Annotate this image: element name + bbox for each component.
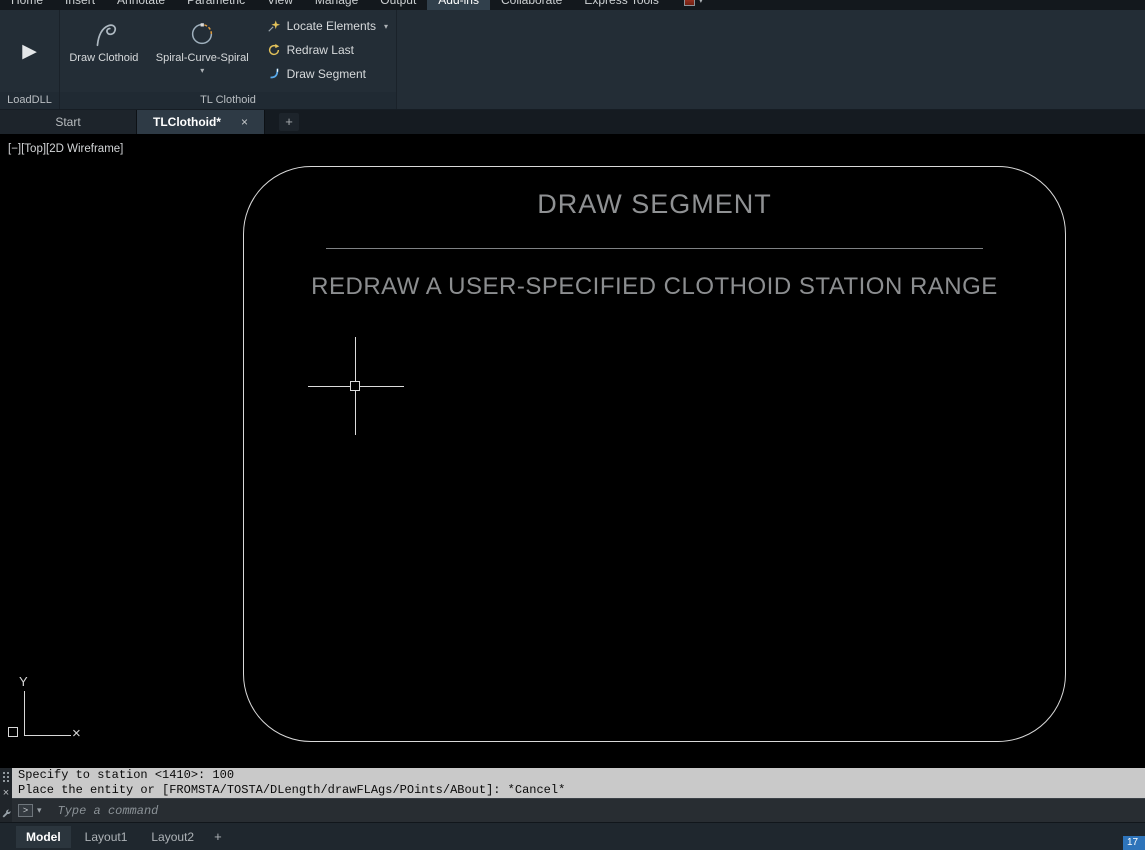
tl-clothoid-small-buttons: Locate Elements ▾ Redraw Last Draw Segme… bbox=[257, 10, 396, 92]
ribbon-tab-bar: Home Insert Annotate Parametric View Man… bbox=[0, 0, 1145, 10]
ucs-y-label: Y bbox=[19, 674, 28, 689]
ribbon-tab-add-ins[interactable]: Add-ins bbox=[427, 0, 490, 10]
command-input-row: > ▾ bbox=[12, 798, 1145, 822]
file-tab-tlclothoid[interactable]: TLClothoid* × bbox=[137, 110, 265, 134]
command-prompt-icon: > bbox=[18, 804, 33, 817]
ribbon-tab-view[interactable]: View bbox=[256, 0, 304, 10]
command-history-line: Specify to station <1410>: 100 bbox=[18, 768, 235, 782]
command-customize-button[interactable] bbox=[1, 808, 12, 819]
overlay-divider bbox=[326, 248, 983, 249]
ribbon-tab-home[interactable]: Home bbox=[0, 0, 54, 10]
new-layout-button[interactable]: + bbox=[208, 825, 228, 848]
ucs-x-axis-line bbox=[24, 735, 71, 736]
ucs-origin-box bbox=[8, 727, 18, 737]
ucs-x-label: × bbox=[72, 725, 81, 742]
ribbon-tab-annotate[interactable]: Annotate bbox=[106, 0, 176, 10]
spiral-curve-spiral-button[interactable]: Spiral-Curve-Spiral ▾ bbox=[148, 10, 257, 92]
ucs-icon: Y × bbox=[6, 674, 101, 746]
layout1-tab[interactable]: Layout1 bbox=[75, 826, 138, 848]
ribbon-tab-express-tools[interactable]: Express Tools bbox=[573, 0, 669, 10]
locate-elements-label: Locate Elements bbox=[286, 19, 376, 33]
command-drag-grip[interactable] bbox=[2, 771, 10, 783]
chevron-down-icon: ▾ bbox=[383, 21, 388, 31]
chevron-down-icon: ▾ bbox=[698, 0, 703, 5]
viewport-visualstyle-control[interactable]: [2D Wireframe] bbox=[46, 143, 123, 155]
viewport-view-control[interactable]: [Top] bbox=[21, 143, 46, 155]
file-tab-start-label: Start bbox=[55, 115, 81, 129]
clothoid-spiral-icon bbox=[89, 16, 119, 52]
command-input[interactable] bbox=[57, 803, 1145, 818]
crosshair-pickbox bbox=[350, 381, 360, 391]
tab-close-icon[interactable]: × bbox=[241, 116, 248, 128]
viewport-controls: [−] [Top] [2D Wireframe] bbox=[8, 143, 123, 155]
ribbon-tab-collaborate[interactable]: Collaborate bbox=[490, 0, 573, 10]
autocad-window: Home Insert Annotate Parametric View Man… bbox=[0, 0, 1145, 850]
recent-commands-dropdown-icon[interactable]: ▾ bbox=[37, 805, 42, 816]
command-dock: × Specify to station <1410>: 100 Place t… bbox=[0, 768, 1145, 822]
command-history-line: Place the entity or [FROMSTA/TOSTA/DLeng… bbox=[18, 783, 566, 797]
new-drawing-tab-button[interactable]: + bbox=[279, 113, 299, 131]
locate-elements-icon bbox=[267, 19, 281, 33]
draw-clothoid-button[interactable]: Draw Clothoid bbox=[60, 10, 148, 92]
viewport-collapse-control[interactable]: [−] bbox=[8, 143, 21, 155]
status-bar: Model Layout1 Layout2 + 17 bbox=[0, 822, 1145, 850]
spiral-curve-spiral-icon bbox=[187, 16, 217, 52]
plugin-overlay-box: DRAW SEGMENT REDRAW A USER-SPECIFIED CLO… bbox=[243, 166, 1066, 742]
overlay-subtitle: REDRAW A USER-SPECIFIED CLOTHOID STATION… bbox=[311, 273, 998, 300]
ribbon-tab-insert[interactable]: Insert bbox=[54, 0, 106, 10]
ribbon-tab-output[interactable]: Output bbox=[369, 0, 427, 10]
draw-clothoid-label: Draw Clothoid bbox=[69, 52, 139, 64]
command-close-button[interactable]: × bbox=[3, 788, 9, 799]
ribbon-tab-parametric[interactable]: Parametric bbox=[176, 0, 256, 10]
spiral-curve-spiral-label: Spiral-Curve-Spiral bbox=[155, 52, 249, 64]
ribbon-panel-loaddll: ▶ LoadDLL bbox=[0, 10, 60, 109]
loaddll-run-button[interactable]: ▶ bbox=[22, 42, 37, 61]
file-tab-tlclothoid-label: TLClothoid* bbox=[153, 115, 221, 129]
redraw-last-button[interactable]: Redraw Last bbox=[263, 38, 392, 62]
locate-elements-button[interactable]: Locate Elements ▾ bbox=[263, 14, 392, 38]
ribbon-extra-menu[interactable]: ▾ bbox=[683, 0, 703, 6]
drawing-area[interactable]: [−] [Top] [2D Wireframe] DRAW SEGMENT RE… bbox=[0, 134, 1145, 768]
overlay-title: DRAW SEGMENT bbox=[537, 189, 772, 219]
redraw-last-icon bbox=[267, 43, 281, 57]
command-history: Specify to station <1410>: 100 Place the… bbox=[12, 768, 1145, 798]
ribbon-tab-manage[interactable]: Manage bbox=[304, 0, 369, 10]
draw-segment-label: Draw Segment bbox=[286, 67, 366, 81]
draw-segment-button[interactable]: Draw Segment bbox=[263, 62, 392, 86]
panel-label-tl-clothoid: TL Clothoid bbox=[60, 92, 396, 109]
ucs-y-axis-line bbox=[24, 691, 25, 735]
command-dock-left-rail: × bbox=[0, 768, 12, 822]
ribbon-panel-tl-clothoid: Draw Clothoid Spiral-Curve-Spiral ▾ Loca… bbox=[60, 10, 397, 109]
status-tray-badge[interactable]: 17 bbox=[1123, 836, 1145, 850]
chevron-down-icon[interactable]: ▾ bbox=[200, 66, 204, 75]
ribbon-empty-area bbox=[397, 10, 1145, 109]
featured-apps-icon bbox=[683, 0, 695, 6]
model-tab[interactable]: Model bbox=[16, 825, 71, 848]
draw-segment-icon bbox=[267, 67, 281, 81]
ribbon: ▶ LoadDLL Draw Clothoid Spiral-Curve-Spi… bbox=[0, 10, 1145, 110]
command-dock-main: Specify to station <1410>: 100 Place the… bbox=[12, 768, 1145, 822]
layout2-tab[interactable]: Layout2 bbox=[141, 826, 204, 848]
file-tab-start[interactable]: Start bbox=[0, 110, 137, 134]
redraw-last-label: Redraw Last bbox=[286, 43, 354, 57]
panel-label-loaddll: LoadDLL bbox=[0, 92, 59, 109]
file-tab-bar: Start TLClothoid* × + bbox=[0, 110, 1145, 134]
wrench-icon bbox=[2, 809, 11, 818]
